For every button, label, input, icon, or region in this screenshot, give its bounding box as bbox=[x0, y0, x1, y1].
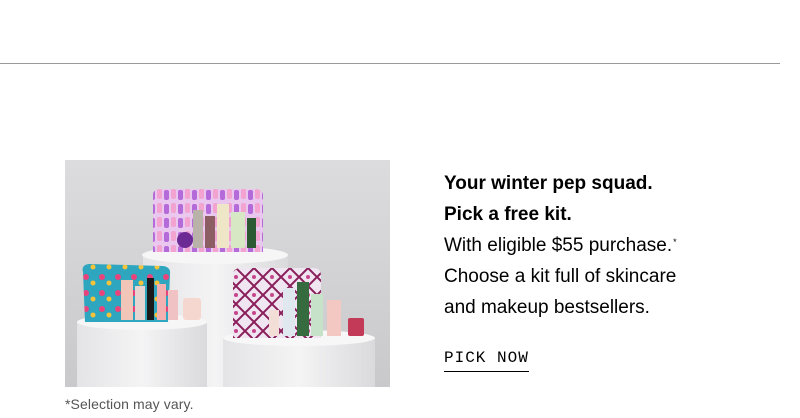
footnote-mark: * bbox=[673, 237, 677, 247]
pick-now-link[interactable]: PICK NOW bbox=[444, 349, 529, 372]
body-line-2: Choose a kit full of skincare bbox=[444, 266, 677, 287]
headline-line-1: Your winter pep squad. bbox=[444, 173, 653, 194]
promo-copy: Your winter pep squad. Pick a free kit. … bbox=[444, 168, 784, 323]
body-line-3: and makeup bestsellers. bbox=[444, 297, 650, 318]
body-line-1: With eligible $55 purchase.* bbox=[444, 230, 784, 261]
top-divider bbox=[0, 63, 780, 64]
purchase-requirement-text: With eligible $55 purchase. bbox=[444, 235, 673, 256]
promo-product-image[interactable] bbox=[65, 160, 390, 387]
disclaimer-text: *Selection may vary. bbox=[65, 396, 194, 412]
headline-line-2: Pick a free kit. bbox=[444, 204, 572, 225]
